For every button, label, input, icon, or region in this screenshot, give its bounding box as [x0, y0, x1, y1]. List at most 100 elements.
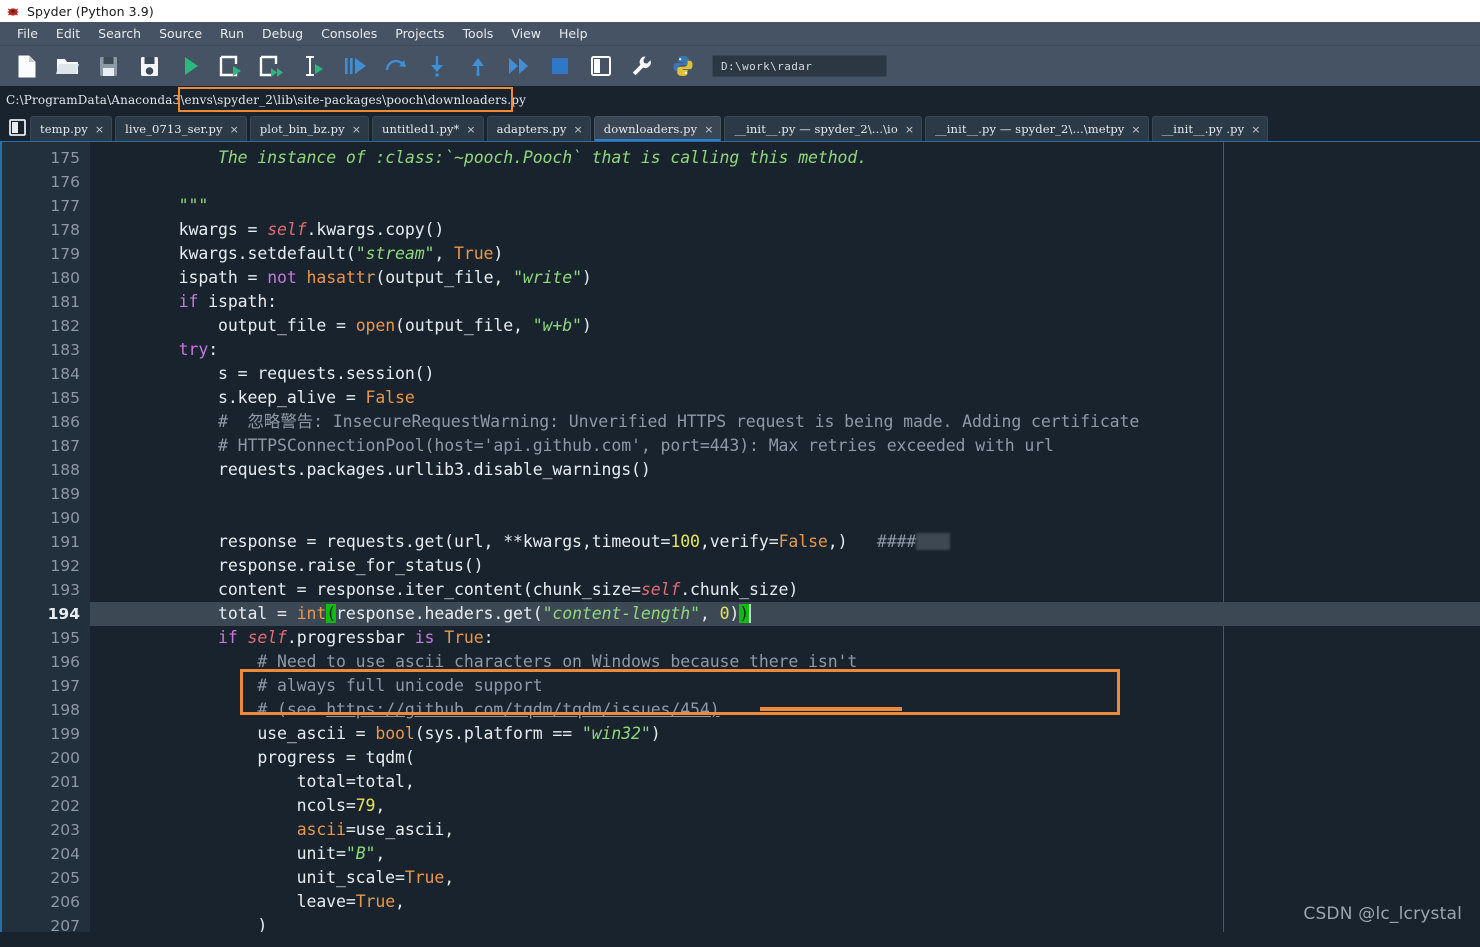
- line-number: 182: [50, 317, 80, 335]
- close-icon[interactable]: ×: [1131, 124, 1140, 135]
- tab-live-0713-ser-py[interactable]: live_0713_ser.py ×: [115, 116, 247, 141]
- code-line-185[interactable]: s.keep_alive = False: [90, 386, 1480, 410]
- close-icon[interactable]: ×: [704, 124, 713, 135]
- code-line-179[interactable]: kwargs.setdefault("stream", True): [90, 242, 1480, 266]
- debug-file-icon[interactable]: [334, 46, 375, 86]
- tab-label: downloaders.py: [603, 122, 698, 136]
- close-icon[interactable]: ×: [466, 124, 475, 135]
- browse-tabs-icon[interactable]: [4, 114, 30, 140]
- code-line-202[interactable]: ncols=79,: [90, 794, 1480, 818]
- step-into-icon[interactable]: [416, 46, 457, 86]
- step-over-icon[interactable]: [375, 46, 416, 86]
- code-line-196[interactable]: # Need to use ascii characters on Window…: [90, 650, 1480, 674]
- step-return-icon[interactable]: [457, 46, 498, 86]
- window-title-bar: Spyder (Python 3.9): [0, 0, 1480, 22]
- tab-init-py-metpy[interactable]: __init__.py — spyder_2\...\metpy ×: [925, 116, 1149, 141]
- save-file-icon[interactable]: [88, 46, 129, 86]
- menu-edit[interactable]: Edit: [47, 24, 89, 43]
- code-line-175[interactable]: The instance of :class:`~pooch.Pooch` th…: [90, 146, 1480, 170]
- tab-label: adapters.py: [496, 122, 567, 136]
- line-number: 190: [50, 509, 80, 527]
- working-directory-value: D:\work\radar: [721, 59, 813, 73]
- python-path-manager-icon[interactable]: [662, 46, 703, 86]
- working-directory-box[interactable]: D:\work\radar: [712, 55, 887, 77]
- code-line-177[interactable]: """: [90, 194, 1480, 218]
- new-file-icon[interactable]: [6, 46, 47, 86]
- tab-init-py[interactable]: __init__.py .py ×: [1151, 116, 1269, 141]
- code-line-189[interactable]: [90, 482, 1480, 506]
- close-icon[interactable]: ×: [352, 124, 361, 135]
- code-editor[interactable]: 175 176 177 178 179 180 181 182 183 184 …: [0, 141, 1480, 932]
- close-icon[interactable]: ×: [1251, 124, 1260, 135]
- menu-file[interactable]: File: [8, 24, 47, 43]
- close-icon[interactable]: ×: [905, 124, 914, 135]
- code-line-192[interactable]: response.raise_for_status(): [90, 554, 1480, 578]
- code-line-183[interactable]: try:: [90, 338, 1480, 362]
- stop-debug-icon[interactable]: [539, 46, 580, 86]
- tab-temp-py[interactable]: temp.py ×: [30, 116, 113, 141]
- menu-tools[interactable]: Tools: [454, 24, 503, 43]
- maximize-pane-icon[interactable]: [580, 46, 621, 86]
- code-line-178[interactable]: kwargs = self.kwargs.copy(): [90, 218, 1480, 242]
- preferences-icon[interactable]: [621, 46, 662, 86]
- spyder-logo-icon: [6, 4, 20, 18]
- tab-downloaders-py[interactable]: downloaders.py ×: [593, 116, 722, 141]
- line-number: 178: [50, 221, 80, 239]
- code-line-198[interactable]: # (see https://github.com/tqdm/tqdm/issu…: [90, 698, 1480, 722]
- close-icon[interactable]: ×: [574, 124, 583, 135]
- menu-help[interactable]: Help: [550, 24, 597, 43]
- menu-view[interactable]: View: [502, 24, 550, 43]
- menu-source[interactable]: Source: [150, 24, 211, 43]
- line-number: 176: [50, 173, 80, 191]
- code-line-182[interactable]: output_file = open(output_file, "w+b"): [90, 314, 1480, 338]
- close-icon[interactable]: ×: [95, 124, 104, 135]
- line-number: 200: [50, 749, 80, 767]
- open-file-icon[interactable]: [47, 46, 88, 86]
- save-all-icon[interactable]: [129, 46, 170, 86]
- code-line-200[interactable]: progress = tqdm(: [90, 746, 1480, 770]
- tab-label: __init__.py — spyder_2\...\metpy: [935, 122, 1125, 136]
- tab-init-py-io[interactable]: __init__.py — spyder_2\...\io ×: [724, 116, 923, 141]
- line-number: 201: [50, 773, 80, 791]
- code-line-188[interactable]: requests.packages.urllib3.disable_warnin…: [90, 458, 1480, 482]
- code-line-197[interactable]: # always full unicode support: [90, 674, 1480, 698]
- code-line-193[interactable]: content = response.iter_content(chunk_si…: [90, 578, 1480, 602]
- code-line-176[interactable]: [90, 170, 1480, 194]
- line-number: 185: [50, 389, 80, 407]
- tab-untitled1-py[interactable]: untitled1.py* ×: [371, 116, 484, 141]
- menu-run[interactable]: Run: [211, 24, 253, 43]
- code-line-186[interactable]: # 忽略警告: InsecureRequestWarning: Unverifi…: [90, 410, 1480, 434]
- code-line-204[interactable]: unit="B",: [90, 842, 1480, 866]
- line-number: 191: [50, 533, 80, 551]
- code-line-184[interactable]: s = requests.session(): [90, 362, 1480, 386]
- code-line-201[interactable]: total=total,: [90, 770, 1480, 794]
- tab-plot-bin-bz-py[interactable]: plot_bin_bz.py ×: [249, 116, 369, 141]
- code-line-187[interactable]: # HTTPSConnectionPool(host='api.github.c…: [90, 434, 1480, 458]
- continue-icon[interactable]: [498, 46, 539, 86]
- code-line-181[interactable]: if ispath:: [90, 290, 1480, 314]
- code-line-190[interactable]: [90, 506, 1480, 530]
- run-cell-advance-icon[interactable]: [252, 46, 293, 86]
- menu-search[interactable]: Search: [89, 24, 150, 43]
- code-line-203[interactable]: ascii=use_ascii,: [90, 818, 1480, 842]
- menu-debug[interactable]: Debug: [253, 24, 312, 43]
- code-line-194-current[interactable]: total = int(response.headers.get("conten…: [90, 602, 1480, 626]
- tab-adapters-py[interactable]: adapters.py ×: [486, 116, 591, 141]
- main-toolbar: D:\work\radar: [0, 46, 1480, 86]
- code-text-area[interactable]: The instance of :class:`~pooch.Pooch` th…: [90, 142, 1480, 932]
- close-icon[interactable]: ×: [230, 124, 239, 135]
- code-line-199[interactable]: use_ascii = bool(sys.platform == "win32"…: [90, 722, 1480, 746]
- code-line-191[interactable]: response = requests.get(url, **kwargs,ti…: [90, 530, 1480, 554]
- tab-label: untitled1.py*: [381, 122, 460, 136]
- code-line-205[interactable]: unit_scale=True,: [90, 866, 1480, 890]
- code-line-206[interactable]: leave=True,: [90, 890, 1480, 914]
- run-file-icon[interactable]: [170, 46, 211, 86]
- run-cell-icon[interactable]: [211, 46, 252, 86]
- menu-consoles[interactable]: Consoles: [312, 24, 386, 43]
- code-line-195[interactable]: if self.progressbar is True:: [90, 626, 1480, 650]
- menu-projects[interactable]: Projects: [386, 24, 453, 43]
- code-line-180[interactable]: ispath = not hasattr(output_file, "write…: [90, 266, 1480, 290]
- tab-label: __init__.py .py: [1161, 122, 1245, 136]
- run-selection-icon[interactable]: [293, 46, 334, 86]
- code-line-207[interactable]: ): [90, 914, 1480, 932]
